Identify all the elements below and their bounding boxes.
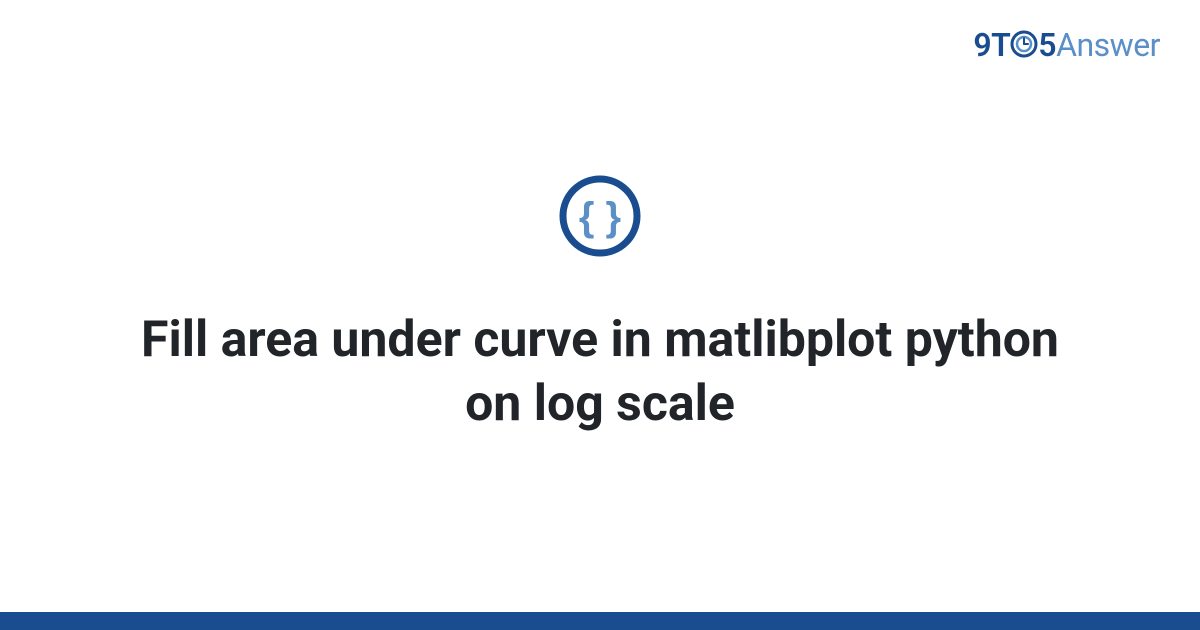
main-content: { } Fill area under curve in matlibplot … [0, 0, 1200, 630]
svg-text:{ }: { } [579, 195, 621, 239]
category-icon-wrapper: { } [558, 174, 642, 262]
code-braces-icon: { } [558, 174, 642, 258]
page-title: Fill area under curve in matlibplot pyth… [100, 308, 1100, 436]
footer-accent-bar [0, 612, 1200, 630]
